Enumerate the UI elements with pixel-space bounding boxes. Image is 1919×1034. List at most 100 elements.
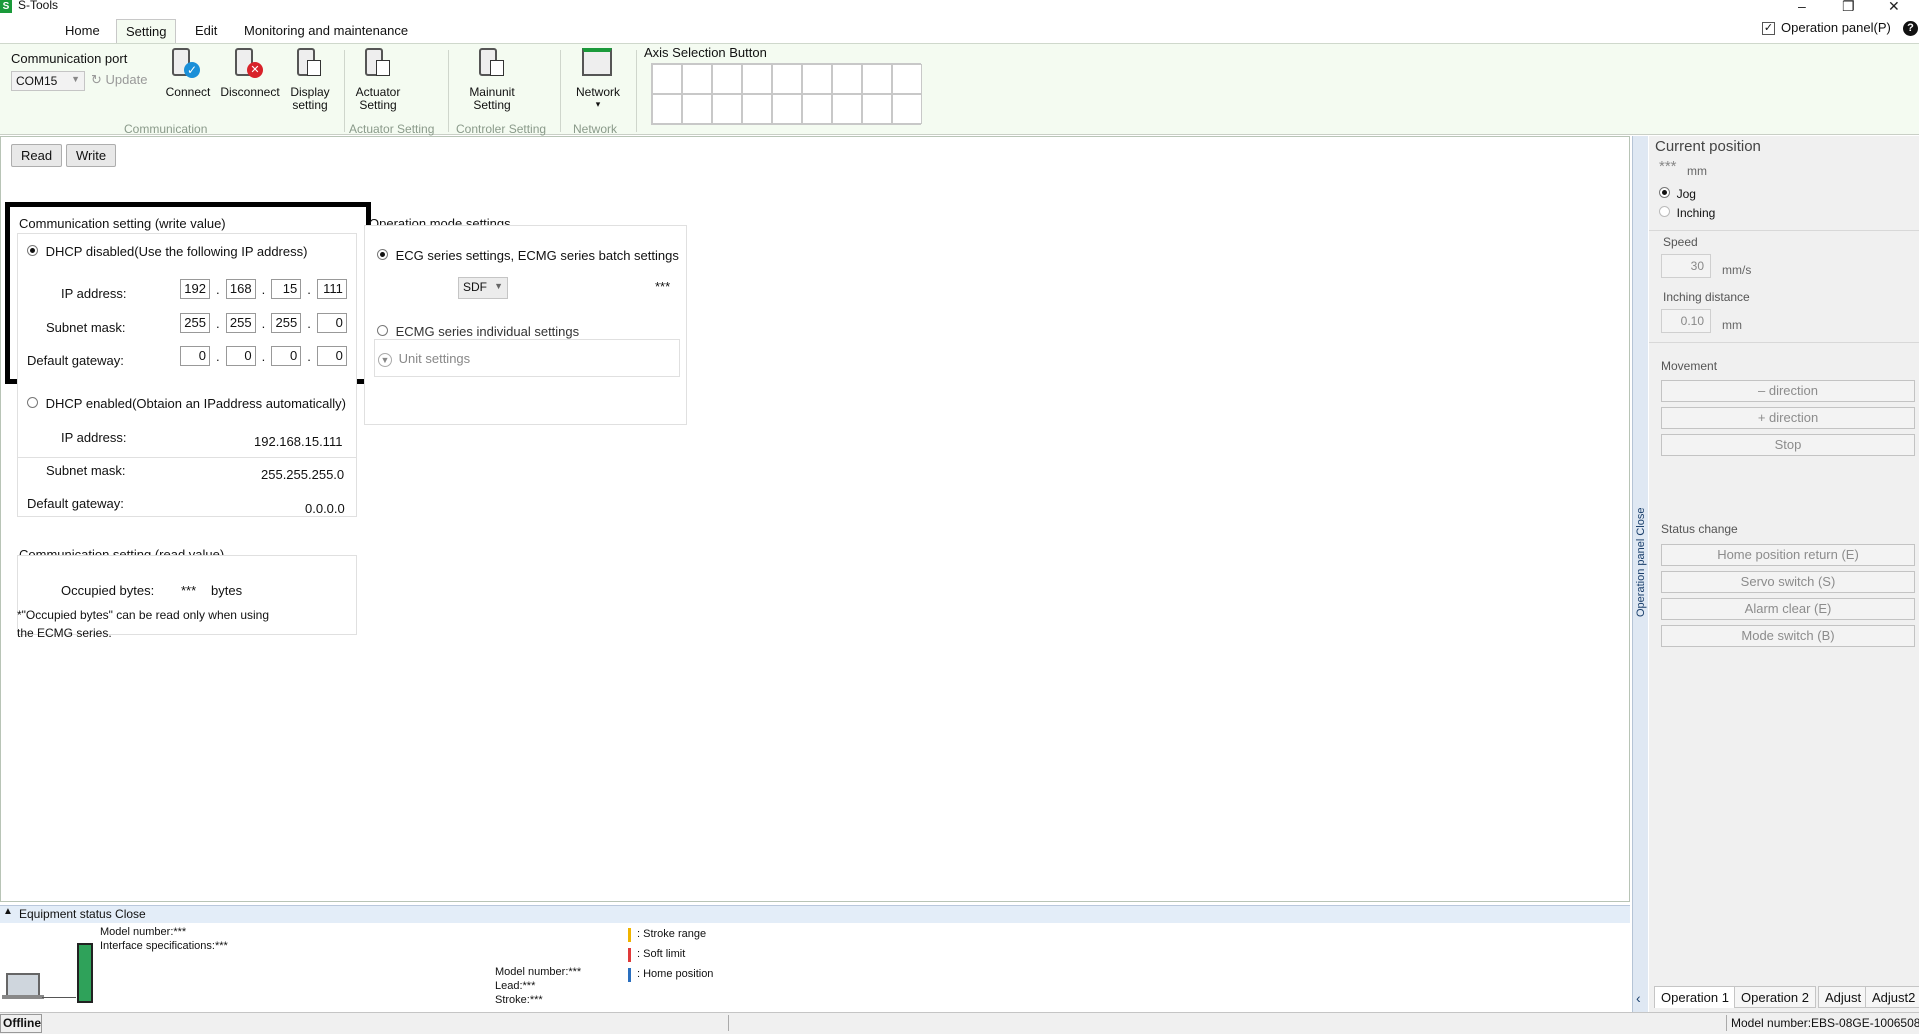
minus-direction-button[interactable]: – direction xyxy=(1661,380,1915,402)
restore-button[interactable]: ❐ xyxy=(1842,0,1855,15)
servo-switch-button[interactable]: Servo switch (S) xyxy=(1661,571,1915,593)
ip-octet-2[interactable]: 168 xyxy=(225,279,256,299)
status-change-label: Status change xyxy=(1661,522,1738,536)
axis-button[interactable] xyxy=(682,64,712,94)
help-icon[interactable]: ? xyxy=(1903,21,1918,36)
controller-unit-icon xyxy=(77,943,93,1003)
mainunit-setting-button[interactable]: Mainunit Setting xyxy=(462,48,522,112)
tab-edit[interactable]: Edit xyxy=(186,19,226,43)
dot-separator: . xyxy=(216,315,220,331)
subnet-mask-label: Subnet mask: xyxy=(46,320,126,335)
mode-switch-button[interactable]: Mode switch (B) xyxy=(1661,625,1915,647)
jog-radio[interactable]: Jog xyxy=(1659,186,1696,201)
operation-panel-checkbox[interactable]: ✓ xyxy=(1762,22,1775,35)
axis-button[interactable] xyxy=(892,94,922,124)
gateway-octet-2[interactable]: 0 xyxy=(225,346,256,366)
radio-selected-icon xyxy=(377,249,388,260)
write-button[interactable]: Write xyxy=(66,144,117,167)
close-button[interactable]: ✕ xyxy=(1888,0,1900,15)
ip-octet-4[interactable]: 111 xyxy=(316,279,347,299)
tab-home[interactable]: Home xyxy=(56,19,109,43)
ecg-settings-radio[interactable]: ECG series settings, ECMG series batch s… xyxy=(377,248,679,263)
refresh-icon: ↻ xyxy=(91,72,106,87)
ecmg-individual-radio[interactable]: ECMG series individual settings xyxy=(377,324,579,339)
axis-button[interactable] xyxy=(742,64,772,94)
main-content: Read Write Communication setting (write … xyxy=(0,136,1630,902)
occupied-bytes-unit: bytes xyxy=(211,583,243,598)
tab-setting[interactable]: Setting xyxy=(116,19,177,43)
dot-separator: . xyxy=(307,281,311,297)
stop-button[interactable]: Stop xyxy=(1661,434,1915,456)
ribbon-separator xyxy=(560,50,561,132)
axis-button[interactable] xyxy=(682,94,712,124)
dot-separator: . xyxy=(216,348,220,364)
chevron-down-icon: ▼ xyxy=(71,74,80,84)
tab-monitoring[interactable]: Monitoring and maintenance xyxy=(235,19,417,43)
subnet-octet-2[interactable]: 255 xyxy=(225,313,256,333)
divider xyxy=(728,1015,729,1031)
axis-selection-grid xyxy=(651,63,922,125)
axis-button[interactable] xyxy=(742,94,772,124)
axis-button[interactable] xyxy=(772,94,802,124)
axis-button[interactable] xyxy=(802,64,832,94)
axis-button[interactable] xyxy=(832,94,862,124)
gateway-octet-4[interactable]: 0 xyxy=(316,346,347,366)
inching-distance-field[interactable]: 0.10 xyxy=(1661,309,1711,333)
axis-button[interactable] xyxy=(712,64,742,94)
tab-adjust2[interactable]: Adjust2 xyxy=(1865,986,1919,1008)
current-position-label: Current position xyxy=(1655,138,1761,155)
subnet-octet-3[interactable]: 255 xyxy=(271,313,302,333)
operation-panel-toggle-label: Operation panel(P) xyxy=(1781,20,1891,35)
ip-octet-1[interactable]: 192 xyxy=(180,279,210,299)
dhcp-disabled-radio[interactable]: DHCP disabled(Use the following IP addre… xyxy=(27,244,307,259)
radio-selected-icon xyxy=(27,245,38,256)
sdf-select[interactable]: SDF ▼ xyxy=(458,277,508,299)
axis-button[interactable] xyxy=(772,64,802,94)
axis-button[interactable] xyxy=(832,64,862,94)
disconnect-button[interactable]: ✕ Disconnect xyxy=(215,48,285,99)
tab-adjust[interactable]: Adjust xyxy=(1818,986,1869,1008)
equipment-status-bar[interactable]: ▲ Equipment status Close xyxy=(0,905,1630,923)
display-setting-button[interactable]: Display setting xyxy=(285,48,335,112)
legend-home-position: : Home position xyxy=(637,968,714,980)
minimize-button[interactable]: – xyxy=(1798,0,1806,14)
chevron-left-icon[interactable]: ‹ xyxy=(1636,990,1641,1006)
communication-port-value: COM15 xyxy=(16,74,58,88)
read-button[interactable]: Read xyxy=(11,144,63,167)
axis-button[interactable] xyxy=(652,94,682,124)
legend-soft-limit: : Soft limit xyxy=(637,948,686,960)
axis-button[interactable] xyxy=(802,94,832,124)
alarm-clear-button[interactable]: Alarm clear (E) xyxy=(1661,598,1915,620)
axis-button[interactable] xyxy=(712,94,742,124)
home-position-return-button[interactable]: Home position return (E) xyxy=(1661,544,1915,566)
inching-distance-unit: mm xyxy=(1722,318,1742,332)
gateway-octet-1[interactable]: 0 xyxy=(180,346,210,366)
axis-button[interactable] xyxy=(892,64,922,94)
inching-radio[interactable]: Inching xyxy=(1659,205,1715,220)
operation-panel-close-label: Operation panel Close xyxy=(1635,507,1647,617)
ip-octet-3[interactable]: 15 xyxy=(271,279,302,299)
ribbon-tab-bar: Home Setting Edit Monitoring and mainten… xyxy=(0,19,1919,43)
axis-button[interactable] xyxy=(652,64,682,94)
actuator-stroke: Stroke:*** xyxy=(495,994,543,1006)
speed-field[interactable]: 30 xyxy=(1661,254,1711,278)
divider xyxy=(1649,230,1919,231)
axis-button[interactable] xyxy=(862,64,892,94)
tab-operation-2[interactable]: Operation 2 xyxy=(1734,986,1816,1008)
network-button[interactable]: Network ▾ xyxy=(570,48,626,109)
axis-button[interactable] xyxy=(862,94,892,124)
subnet-octet-1[interactable]: 255 xyxy=(180,313,210,333)
plus-direction-button[interactable]: + direction xyxy=(1661,407,1915,429)
actuator-setting-button[interactable]: Actuator Setting xyxy=(350,48,406,112)
update-button[interactable]: ↻ Update xyxy=(91,72,147,88)
tab-operation-1[interactable]: Operation 1 xyxy=(1654,986,1736,1008)
unit-settings-expander[interactable]: ▼ Unit settings xyxy=(378,351,470,367)
chevron-down-icon: ▾ xyxy=(595,99,601,109)
operation-panel-close-strip[interactable]: Operation panel Close ‹ xyxy=(1632,136,1648,1014)
occupied-bytes-value: *** xyxy=(181,583,197,598)
communication-port-select[interactable]: COM15 ▼ xyxy=(11,71,85,91)
window-title: S-Tools xyxy=(18,0,59,12)
gateway-octet-3[interactable]: 0 xyxy=(271,346,302,366)
subnet-octet-4[interactable]: 0 xyxy=(316,313,347,333)
connect-button[interactable]: ✓ Connect xyxy=(160,48,216,99)
